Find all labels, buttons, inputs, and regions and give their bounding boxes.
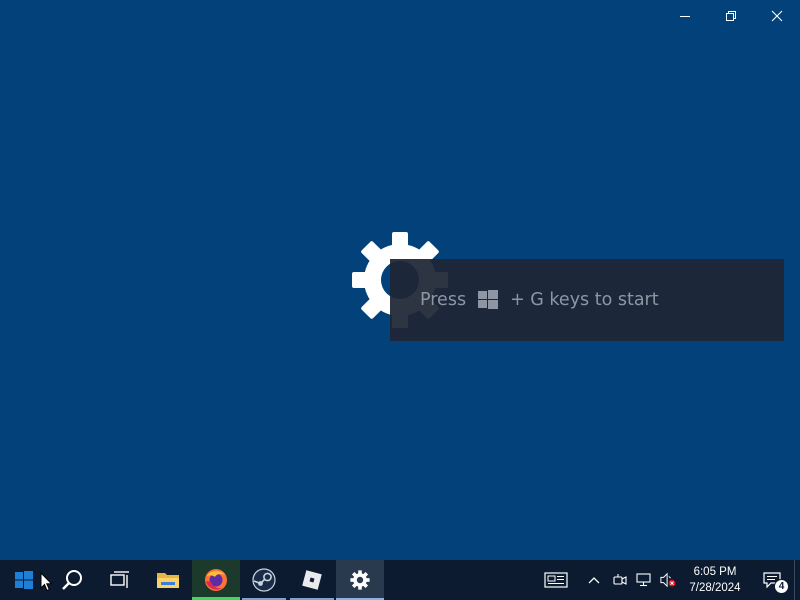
roblox-icon bbox=[302, 570, 322, 590]
network-button[interactable] bbox=[632, 560, 656, 600]
taskbar-spacer bbox=[384, 560, 536, 600]
restore-icon bbox=[726, 11, 736, 21]
taskbar-clock[interactable]: 6:05 PM 7/28/2024 bbox=[680, 560, 750, 600]
show-desktop-button[interactable] bbox=[794, 560, 800, 600]
task-view-icon bbox=[110, 571, 129, 588]
close-icon bbox=[771, 10, 783, 22]
news-widget-button[interactable] bbox=[536, 560, 576, 600]
firefox-icon bbox=[205, 569, 227, 591]
hint-suffix: + G keys to start bbox=[510, 290, 659, 310]
windows-start-icon bbox=[15, 571, 33, 589]
minimize-icon bbox=[680, 16, 690, 17]
camera-icon bbox=[613, 574, 627, 585]
close-button[interactable] bbox=[754, 0, 800, 32]
clock-date: 7/28/2024 bbox=[689, 582, 741, 594]
taskbar-file-explorer[interactable] bbox=[144, 560, 192, 600]
action-center-button[interactable]: 4 bbox=[750, 560, 794, 600]
news-widget-icon bbox=[544, 572, 568, 588]
clock-time: 6:05 PM bbox=[693, 566, 737, 578]
system-tray: 6:05 PM 7/28/2024 4 bbox=[536, 560, 800, 600]
notification-count-badge: 4 bbox=[774, 579, 789, 594]
hint-prefix: Press bbox=[420, 290, 467, 310]
meet-now-button[interactable] bbox=[608, 560, 632, 600]
taskbar: 6:05 PM 7/28/2024 4 bbox=[0, 560, 800, 600]
game-bar-hint: Press + G keys to start bbox=[390, 259, 784, 341]
taskbar-roblox[interactable] bbox=[288, 560, 336, 600]
task-view-button[interactable] bbox=[96, 560, 144, 600]
taskbar-settings[interactable] bbox=[336, 560, 384, 600]
taskbar-firefox[interactable] bbox=[192, 560, 240, 600]
network-icon bbox=[636, 573, 651, 587]
gear-icon bbox=[350, 570, 370, 590]
hint-text: Press + G keys to start bbox=[420, 290, 659, 310]
steam-icon bbox=[252, 568, 276, 592]
volume-muted-icon bbox=[660, 572, 676, 588]
chevron-up-icon bbox=[588, 577, 600, 584]
tray-overflow-button[interactable] bbox=[580, 560, 608, 600]
search-icon bbox=[62, 570, 82, 590]
mouse-cursor-icon bbox=[40, 572, 53, 592]
folder-icon bbox=[157, 573, 179, 588]
windows-logo-icon bbox=[478, 290, 499, 310]
restore-button[interactable] bbox=[708, 0, 754, 32]
taskbar-search-button[interactable] bbox=[48, 560, 96, 600]
window-controls bbox=[662, 0, 800, 32]
minimize-button[interactable] bbox=[662, 0, 708, 32]
volume-button[interactable] bbox=[656, 560, 680, 600]
taskbar-steam[interactable] bbox=[240, 560, 288, 600]
